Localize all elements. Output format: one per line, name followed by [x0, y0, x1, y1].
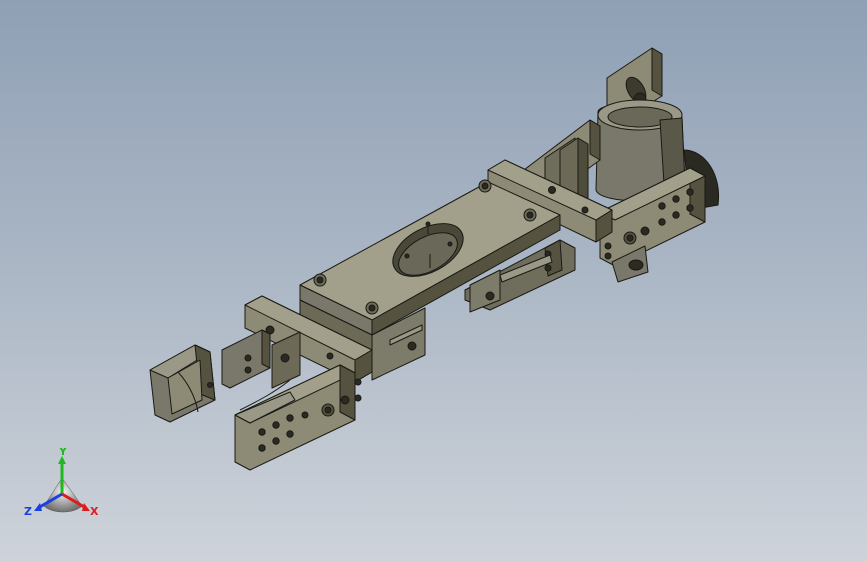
graphics-viewport[interactable]: Y X Z [0, 0, 867, 562]
x-axis-arrow [82, 503, 90, 511]
x-axis-label: X [90, 505, 99, 518]
coordinate-triad: Y X Z [24, 448, 99, 518]
z-axis-label: Z [24, 505, 32, 518]
gripper-assembly-model[interactable] [0, 0, 867, 562]
y-axis-label: Y [58, 448, 68, 458]
z-axis-arrow [34, 503, 42, 511]
